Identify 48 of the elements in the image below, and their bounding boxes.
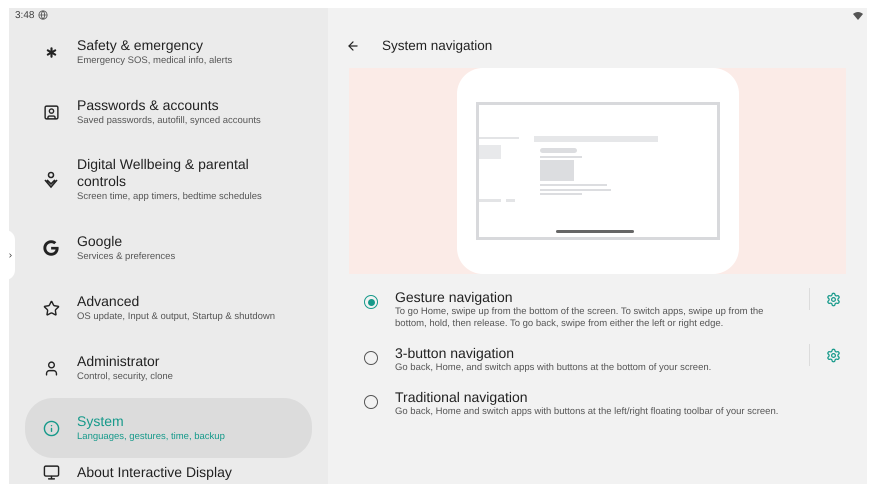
settings-button[interactable] xyxy=(826,348,841,362)
item-title: Safety & emergency xyxy=(77,36,204,54)
contact-card-icon xyxy=(42,104,60,120)
option-title: Gesture navigation xyxy=(395,288,514,306)
radio-button[interactable] xyxy=(364,351,378,365)
option-title: Traditional navigation xyxy=(395,388,529,406)
item-subtitle: Control, security, clone xyxy=(77,370,174,384)
item-title: Passwords & accounts xyxy=(77,96,220,114)
settings-button[interactable] xyxy=(826,292,841,306)
navigation-option[interactable]: Traditional navigation Go back, Home and switch apps with buttons at the left/right floating toolbar of your screen. xyxy=(364,388,841,418)
item-subtitle: Emergency SOS, medical info, alerts xyxy=(77,54,234,68)
wellbeing-icon xyxy=(43,171,59,189)
monitor-icon xyxy=(42,464,60,481)
option-title: 3-button navigation xyxy=(395,344,516,362)
radio-button[interactable] xyxy=(364,295,378,309)
sidebar-item[interactable]: Safety & emergency Emergency SOS, medical info, alerts xyxy=(25,22,312,82)
page-title: System navigation xyxy=(382,36,492,55)
google-g-icon xyxy=(43,240,59,256)
item-subtitle: Services & preferences xyxy=(77,250,176,264)
sidebar-item[interactable]: Advanced OS update, Input & output, Startup & shutdown xyxy=(25,278,312,338)
option-description: Go back, Home and switch apps with buttons at the left/right floating toolbar of your screen. xyxy=(395,406,780,418)
item-title: Digital Wellbeing & parental controls xyxy=(77,156,250,190)
item-title: Advanced xyxy=(77,292,140,310)
info-icon xyxy=(42,420,60,436)
item-title: System xyxy=(77,412,125,430)
status-time: 3:48 xyxy=(15,8,34,22)
sidebar-item[interactable]: Google Services & preferences xyxy=(25,218,312,278)
sidebar-item[interactable]: Passwords & accounts Saved passwords, autofill, synced accounts xyxy=(25,82,312,142)
item-subtitle: OS update, Input & output, Startup & shutdown xyxy=(77,310,276,324)
option-description: Go back, Home, and switch apps with buttons at the bottom of your screen. xyxy=(395,362,712,374)
item-title: Administrator xyxy=(77,352,160,370)
sidebar-item[interactable]: Administrator Control, security, clone xyxy=(25,338,312,398)
option-description: To go Home, swipe up from the bottom of the screen. To switch apps, swipe up from the bottom, hold, then release. To go back, swipe from either the left or right edge. xyxy=(395,306,764,330)
sidebar-item[interactable]: About Interactive Display xyxy=(25,458,312,481)
sidebar-item[interactable]: Digital Wellbeing & parental controls Screen time, app timers, bedtime schedules xyxy=(25,142,312,218)
radio-button[interactable] xyxy=(364,395,378,409)
chevron-icon xyxy=(6,252,14,258)
globe-icon xyxy=(38,10,48,20)
star-icon xyxy=(42,300,60,316)
item-subtitle: Screen time, app timers, bedtime schedules xyxy=(77,190,263,204)
navigation-option[interactable]: Gesture navigation To go Home, swipe up from the bottom of the screen. To switch apps, swipe up from the bottom, hold, then release. To go back, swipe from either the left or right edge. xyxy=(364,288,841,330)
back-button[interactable] xyxy=(346,39,360,53)
navigation-option[interactable]: 3-button navigation Go back, Home, and switch apps with buttons at the bottom of your screen. xyxy=(364,344,841,374)
item-title: Google xyxy=(77,232,124,250)
wifi-icon xyxy=(853,12,863,20)
item-subtitle: Saved passwords, autofill, synced accounts xyxy=(77,114,262,128)
item-title: About Interactive Display xyxy=(77,464,233,481)
item-subtitle: Languages, gestures, time, backup xyxy=(77,430,226,444)
